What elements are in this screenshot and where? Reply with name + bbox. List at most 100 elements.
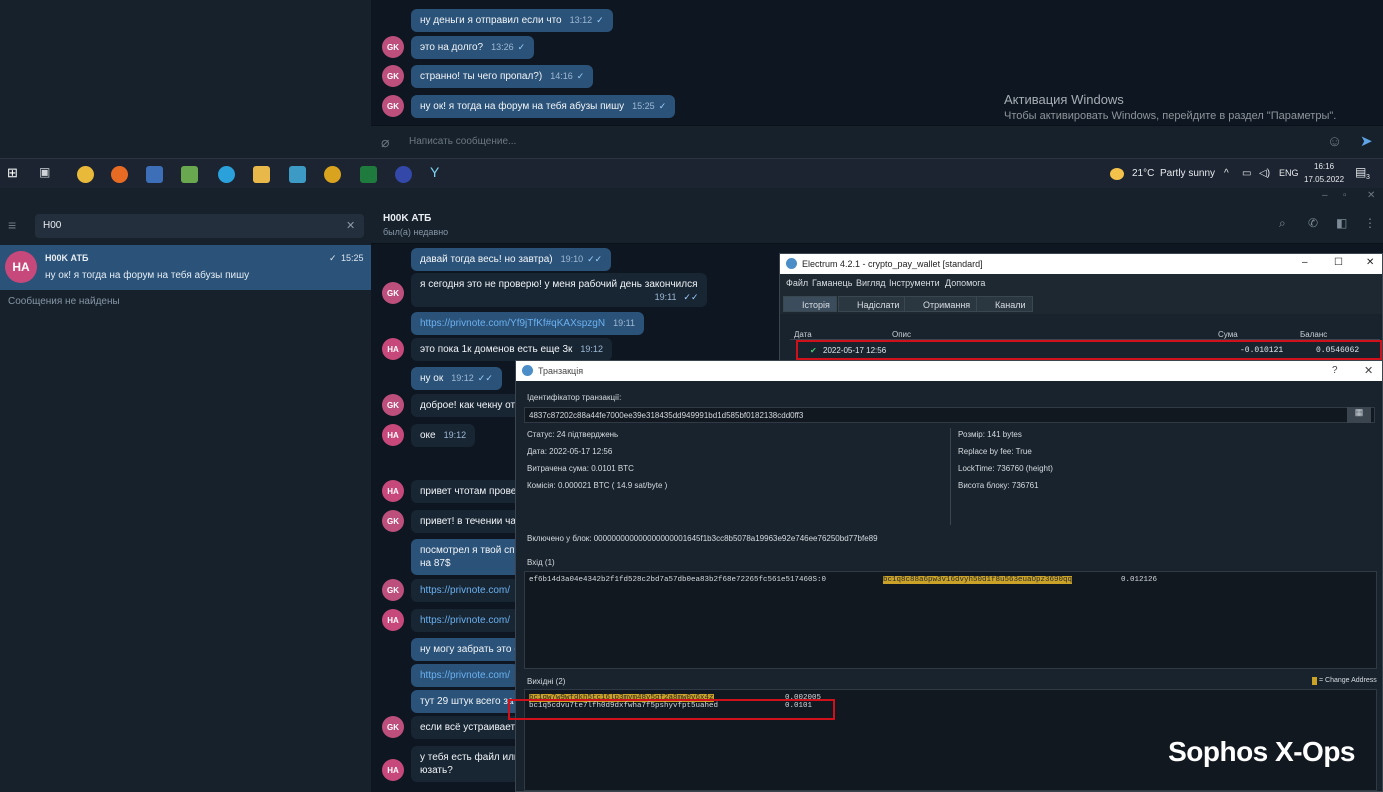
app-icon[interactable]: [324, 166, 341, 183]
minimize-icon[interactable]: –: [1322, 190, 1328, 201]
clock-date[interactable]: 17.05.2022: [1304, 175, 1344, 184]
tab-receive[interactable]: Отримання: [904, 296, 977, 312]
excel-icon[interactable]: [360, 166, 377, 183]
avatar[interactable]: GK: [382, 716, 404, 738]
menu-wallet[interactable]: Гаманець: [812, 278, 852, 288]
avatar[interactable]: GK: [382, 579, 404, 601]
message-time: 15:25: [632, 101, 655, 111]
windows-start-icon[interactable]: ⊞: [7, 165, 24, 182]
chat-list-item[interactable]: HA H00K АТБ ✓ 15:25 ну ок! я тогда на фо…: [0, 245, 371, 290]
avatar[interactable]: HA: [382, 480, 404, 502]
avatar[interactable]: GK: [382, 65, 404, 87]
menu-file[interactable]: Файл: [786, 278, 808, 288]
highlight-box: [508, 699, 835, 720]
message-time: 19:12: [444, 430, 467, 440]
volume-icon[interactable]: ◁): [1259, 168, 1270, 179]
inputs-list[interactable]: ef6b14d3a04e4342b2f1fd528c2bd7a57db0ea83…: [524, 571, 1377, 669]
task-view-icon[interactable]: ▣: [39, 165, 56, 182]
check-icon: ✓: [518, 42, 526, 52]
tab-channels[interactable]: Канали: [976, 296, 1033, 312]
message-input-bar: ⌀ Написать сообщение... ☺ ➤: [371, 125, 1383, 158]
tab-label: Канали: [995, 300, 1026, 310]
search-box[interactable]: H00 ✕: [35, 214, 364, 238]
close-icon[interactable]: ✕: [1364, 364, 1373, 377]
message-time: 19:11: [655, 291, 677, 304]
app-y-icon[interactable]: Y: [430, 164, 447, 181]
telegram-icon[interactable]: [218, 166, 235, 183]
electrum-titlebar: Electrum 4.2.1 - crypto_pay_wallet [stan…: [780, 254, 1382, 274]
notepad-icon[interactable]: [181, 166, 198, 183]
column-description[interactable]: Опис: [892, 330, 911, 339]
top-chat-area: ну деньги я отправил если что13:12✓ GK э…: [371, 0, 1383, 125]
message-link[interactable]: https://privnote.com/: [420, 670, 510, 681]
tab-history[interactable]: Історія: [783, 296, 837, 312]
menu-tools[interactable]: Інструменти: [889, 278, 940, 288]
menu-view[interactable]: Вигляд: [856, 278, 886, 288]
sidebar-toggle-icon[interactable]: ◧: [1336, 216, 1347, 230]
save-app-icon[interactable]: [146, 166, 163, 183]
vpn-icon[interactable]: [395, 166, 412, 183]
electrum-title: Electrum 4.2.1 - crypto_pay_wallet [stan…: [802, 259, 983, 269]
column-date[interactable]: Дата: [794, 330, 812, 339]
maximize-icon[interactable]: ☐: [1334, 257, 1343, 268]
change-legend-swatch: [1312, 677, 1317, 685]
message-bubble: https://privnote.com/: [411, 609, 519, 632]
send-icon[interactable]: ➤: [1360, 132, 1373, 150]
network-app-icon[interactable]: [289, 166, 306, 183]
avatar[interactable]: GK: [382, 95, 404, 117]
avatar[interactable]: HA: [382, 424, 404, 446]
txid-field[interactable]: 4837c87202c88a44fe7000ee39e318435dd94999…: [524, 407, 1375, 423]
input-address[interactable]: bc1q8c88a6pw3v16dvyh50d1f8u563euaOpz3690…: [883, 576, 1072, 584]
tab-send[interactable]: Надіслати: [838, 296, 906, 312]
weather-icon[interactable]: [1110, 168, 1124, 180]
electrum-logo-icon: [522, 365, 533, 376]
avatar[interactable]: HA: [382, 338, 404, 360]
chrome-icon[interactable]: [77, 166, 94, 183]
avatar[interactable]: HA: [382, 609, 404, 631]
avatar[interactable]: GK: [382, 36, 404, 58]
notification-icon[interactable]: ▤: [1355, 165, 1366, 179]
chat-status: был(а) недавно: [383, 227, 448, 237]
search-icon[interactable]: ⌕: [1279, 216, 1286, 231]
qr-code-icon[interactable]: ▦: [1347, 407, 1371, 423]
avatar[interactable]: GK: [382, 510, 404, 532]
minimize-icon[interactable]: –: [1302, 257, 1308, 268]
avatar[interactable]: HA: [382, 759, 404, 781]
avatar[interactable]: GK: [382, 394, 404, 416]
message-time: 14:16: [550, 71, 573, 81]
message-text: посмотрел я твой спи: [420, 545, 520, 556]
double-check-icon: ✓✓: [683, 291, 698, 304]
language-indicator[interactable]: ENG: [1279, 168, 1299, 178]
message-link[interactable]: https://privnote.com/: [420, 585, 510, 596]
message-text: давай тогда весь! но завтра): [420, 254, 553, 265]
search-input[interactable]: H00: [43, 220, 61, 231]
network-icon[interactable]: ▭: [1242, 168, 1251, 179]
menu-help[interactable]: Допомога: [945, 278, 985, 288]
message-link[interactable]: https://privnote.com/Yf9jTfKf#qKAXspzgN: [420, 318, 605, 329]
file-explorer-icon[interactable]: [253, 166, 270, 183]
transaction-titlebar: Транзакція ? ✕: [516, 361, 1382, 381]
electrum-menubar: Файл Гаманець Вигляд Інструменти Допомог…: [780, 274, 1382, 292]
close-icon[interactable]: ✕: [1367, 190, 1375, 201]
avatar[interactable]: GK: [382, 282, 404, 304]
weather-temp[interactable]: 21°C: [1132, 168, 1154, 179]
firefox-icon[interactable]: [111, 166, 128, 183]
menu-icon[interactable]: ≡: [8, 217, 16, 233]
close-icon[interactable]: ✕: [1366, 257, 1374, 268]
more-icon[interactable]: ⋮: [1364, 216, 1376, 230]
column-amount[interactable]: Сума: [1218, 330, 1238, 339]
clear-search-icon[interactable]: ✕: [346, 219, 355, 232]
maximize-icon[interactable]: ▫: [1343, 190, 1347, 201]
emoji-icon[interactable]: ☺: [1327, 133, 1342, 150]
message-bubble: это пока 1к доменов есть еще 3к19:12: [411, 338, 612, 361]
chat-title[interactable]: H00K АТБ: [383, 213, 431, 224]
attach-icon[interactable]: ⌀: [381, 134, 389, 151]
help-icon[interactable]: ?: [1332, 365, 1338, 376]
message-input[interactable]: Написать сообщение...: [409, 136, 516, 147]
clock-time[interactable]: 16:16: [1314, 162, 1334, 171]
phone-icon[interactable]: ✆: [1308, 216, 1318, 230]
column-balance[interactable]: Баланс: [1300, 330, 1327, 339]
weather-desc[interactable]: Partly sunny: [1160, 168, 1215, 179]
message-link[interactable]: https://privnote.com/: [420, 615, 510, 626]
chevron-up-icon[interactable]: ^: [1224, 168, 1229, 179]
